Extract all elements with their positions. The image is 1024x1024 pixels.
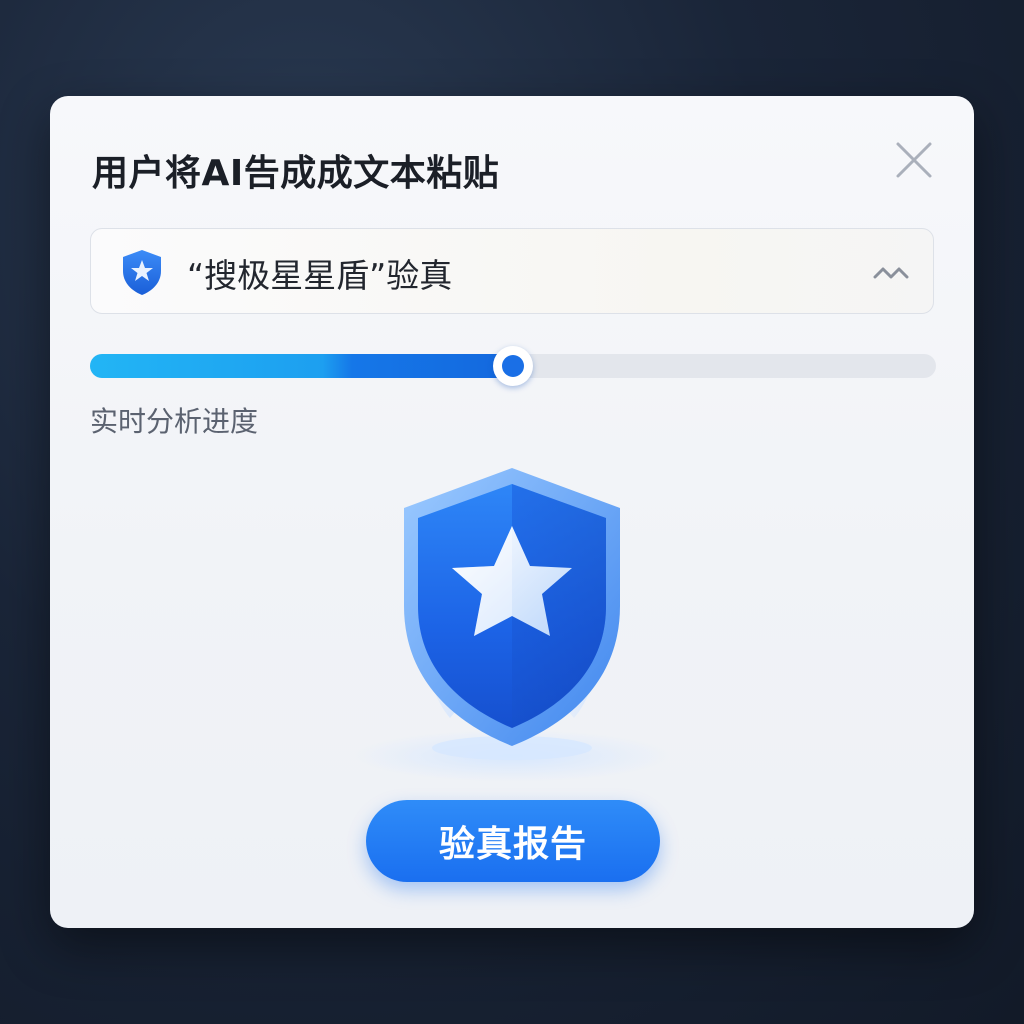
shield-star-icon bbox=[354, 468, 670, 782]
select-value: “搜极星星盾”验真 bbox=[187, 256, 453, 295]
shield-illustration bbox=[350, 456, 674, 786]
verification-dialog: 用户将AI告成成文本粘贴 “搜极星星盾”验真 实时分析进度 验真报告 bbox=[50, 96, 974, 928]
source-select[interactable]: “搜极星星盾”验真 bbox=[90, 228, 934, 314]
close-icon bbox=[896, 142, 932, 178]
dialog-title: 用户将AI告成成文本粘贴 bbox=[92, 153, 500, 194]
chevron-icon[interactable] bbox=[869, 257, 913, 287]
progress-thumb[interactable] bbox=[493, 346, 533, 386]
progress-track bbox=[90, 346, 936, 386]
shield-star-icon bbox=[123, 250, 161, 295]
report-button[interactable]: 验真报告 bbox=[366, 800, 660, 882]
close-button[interactable] bbox=[894, 140, 934, 180]
progress-label: 实时分析进度 bbox=[90, 405, 259, 438]
progress-fill bbox=[90, 354, 513, 378]
